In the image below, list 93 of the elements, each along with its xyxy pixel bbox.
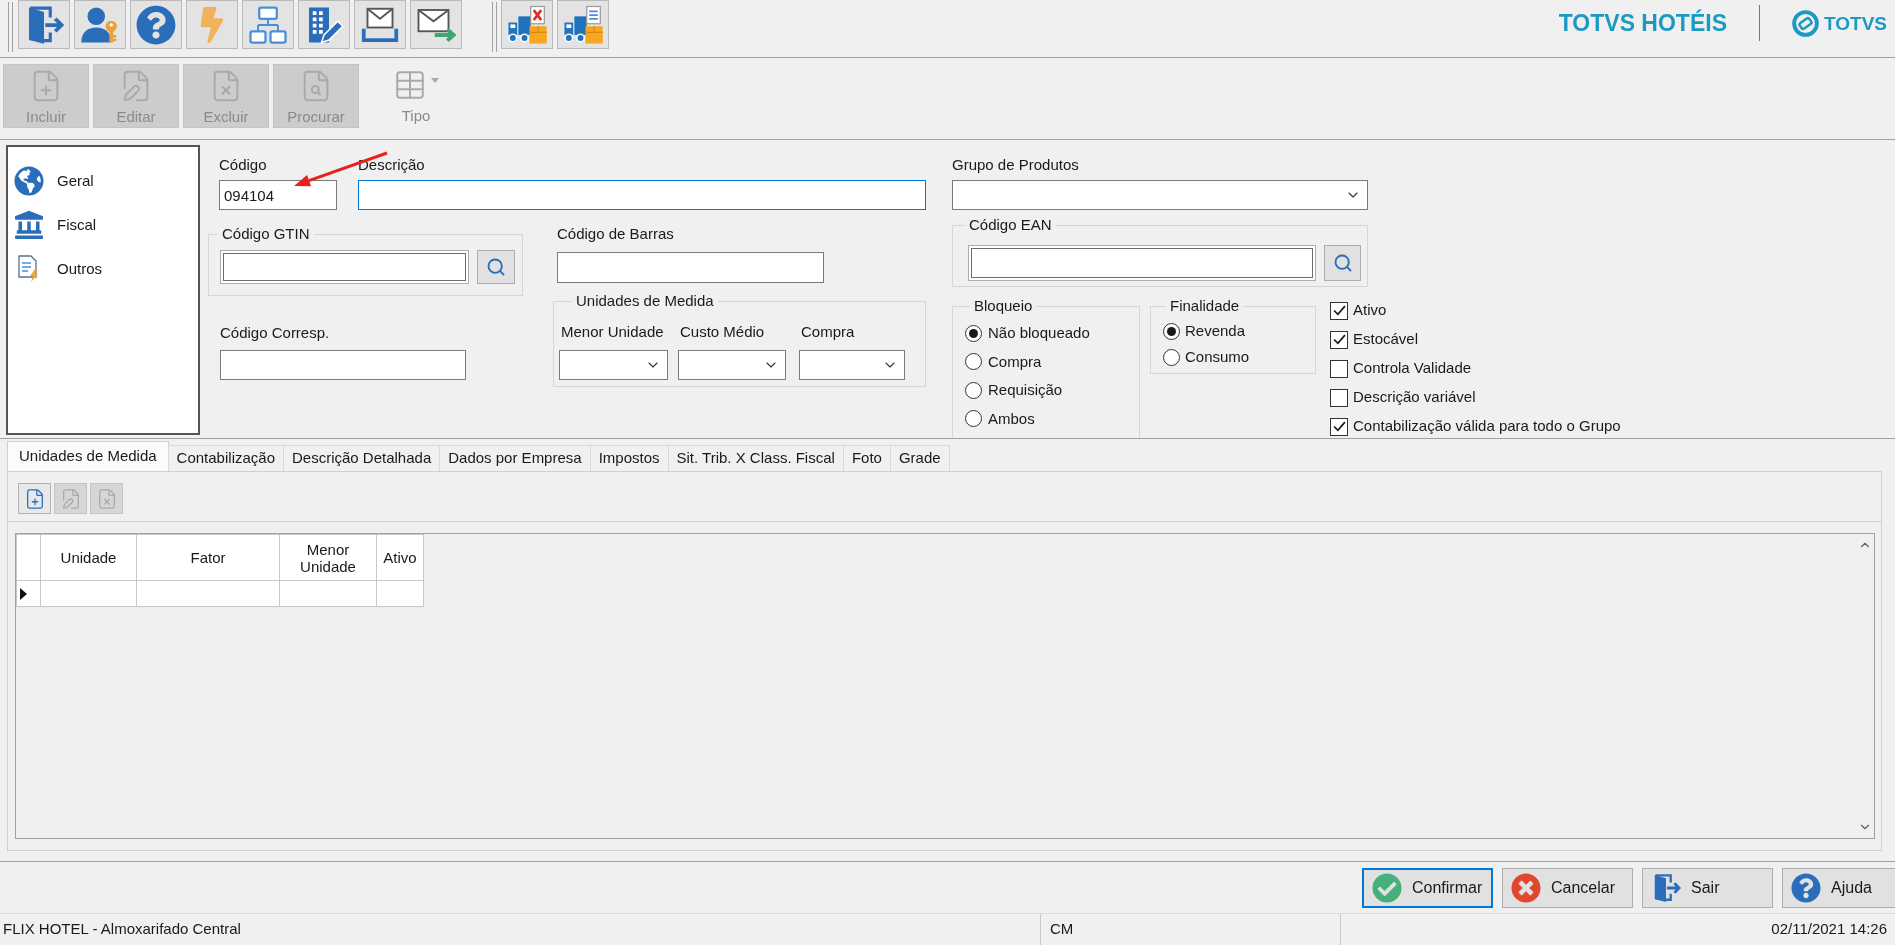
bank-icon bbox=[15, 211, 43, 239]
code-field[interactable]: 094104 bbox=[219, 180, 337, 210]
product-name: TOTVS HOTÉIS bbox=[1558, 11, 1727, 35]
dropdown-field[interactable] bbox=[952, 180, 1368, 210]
checkbox-label: Controla Validade bbox=[1353, 358, 1472, 379]
checkbox[interactable] bbox=[1330, 417, 1348, 436]
group-label: Finalidade bbox=[1169, 296, 1241, 316]
text-field[interactable] bbox=[220, 350, 466, 380]
field-label: Descrição bbox=[358, 155, 425, 175]
caret-icon bbox=[431, 78, 439, 83]
company-name: TOTVS bbox=[1824, 13, 1887, 33]
tab[interactable]: Unidades de Medida bbox=[7, 441, 169, 471]
logo-icon bbox=[1792, 9, 1819, 37]
checkbox[interactable] bbox=[1330, 301, 1348, 320]
field-label: Compra bbox=[801, 322, 855, 342]
toolbar-button[interactable] bbox=[242, 0, 294, 49]
globe-icon bbox=[14, 166, 44, 196]
radio-button[interactable] bbox=[965, 410, 982, 428]
option-label: Revenda bbox=[1185, 320, 1246, 341]
checkbox-label: Estocável bbox=[1353, 329, 1419, 350]
field-label: Código de Barras bbox=[557, 224, 674, 244]
option-label: Requisição bbox=[988, 380, 1063, 400]
toolbar-button[interactable] bbox=[18, 0, 70, 49]
toolbar-button[interactable] bbox=[298, 0, 350, 49]
radio-button[interactable] bbox=[965, 381, 982, 399]
checkbox-label: Contabilização válida para todo o Grupo bbox=[1353, 416, 1621, 437]
document-bolt-icon bbox=[17, 255, 41, 283]
nav-item[interactable]: Outros bbox=[8, 247, 198, 291]
column-header: Menor Unidade bbox=[279, 534, 377, 581]
checkbox[interactable] bbox=[1330, 388, 1348, 407]
group-label: Código EAN bbox=[968, 215, 1053, 235]
table-icon bbox=[393, 68, 427, 102]
help-button[interactable]: Ajuda bbox=[1782, 868, 1895, 908]
toolbar-button[interactable] bbox=[18, 483, 51, 514]
toolbar-button[interactable] bbox=[130, 0, 182, 49]
checkmark-icon bbox=[1332, 305, 1346, 316]
field-label: Menor Unidade bbox=[561, 322, 664, 342]
text-field[interactable] bbox=[557, 252, 824, 283]
radio-button[interactable] bbox=[1163, 322, 1180, 340]
field-label: Código Corresp. bbox=[220, 323, 330, 343]
group-label: Bloqueio bbox=[973, 296, 1034, 316]
field-label: Grupo de Produtos bbox=[952, 155, 1079, 175]
checkbox[interactable] bbox=[1330, 330, 1348, 349]
text-field[interactable] bbox=[220, 250, 469, 284]
option-label: Ambos bbox=[988, 408, 1035, 429]
radio-button[interactable] bbox=[965, 324, 982, 342]
radio-button[interactable] bbox=[965, 353, 982, 371]
description-field[interactable] bbox=[358, 180, 926, 210]
help-icon bbox=[136, 4, 176, 45]
group-label: Unidades de Medida bbox=[575, 291, 715, 311]
status-text: 02/11/2021 14:26 bbox=[1771, 919, 1887, 940]
column-header: Unidade bbox=[40, 534, 137, 581]
nav-item[interactable]: Geral bbox=[8, 159, 198, 203]
status-text: CM bbox=[1050, 919, 1074, 940]
text-field[interactable] bbox=[968, 245, 1316, 281]
dropdown-field[interactable] bbox=[799, 350, 905, 380]
tab[interactable]: Grade bbox=[889, 445, 950, 471]
option-label: Não bloqueado bbox=[988, 323, 1090, 343]
column-header: Fator bbox=[136, 534, 280, 581]
cancel-button[interactable]: Cancelar bbox=[1502, 868, 1633, 908]
option-label: Consumo bbox=[1185, 346, 1250, 367]
search-button[interactable] bbox=[1324, 245, 1361, 281]
status-text: FLIX HOTEL - Almoxarifado Central bbox=[3, 919, 241, 940]
truck-box-document-icon bbox=[562, 4, 604, 45]
checkbox-label: Ativo bbox=[1353, 300, 1387, 321]
radio-button[interactable] bbox=[1163, 348, 1180, 366]
option-label: Compra bbox=[988, 351, 1042, 372]
checkbox[interactable] bbox=[1330, 359, 1348, 378]
toolbar-button[interactable] bbox=[354, 0, 406, 49]
truck-box-x-icon bbox=[506, 4, 548, 45]
toolbar-button[interactable] bbox=[74, 0, 126, 49]
dropdown-field[interactable] bbox=[678, 350, 786, 380]
field-label: Custo Médio bbox=[680, 322, 765, 342]
exit-button[interactable]: Sair bbox=[1642, 868, 1773, 908]
nav-item[interactable]: Fiscal bbox=[8, 203, 198, 247]
checkbox-label: Descrição variável bbox=[1353, 387, 1476, 408]
checkmark-icon bbox=[1332, 421, 1346, 432]
column-header: Ativo bbox=[376, 534, 424, 581]
confirm-button[interactable]: Confirmar bbox=[1362, 868, 1493, 908]
search-icon bbox=[1332, 253, 1353, 273]
checkmark-icon bbox=[1332, 334, 1346, 345]
search-button[interactable] bbox=[477, 250, 515, 284]
search-icon bbox=[486, 257, 506, 277]
dropdown-field[interactable] bbox=[559, 350, 668, 380]
toolbar-button[interactable] bbox=[501, 0, 553, 49]
field-label: Código bbox=[219, 155, 267, 175]
toolbar-button[interactable] bbox=[557, 0, 609, 49]
hierarchy-icon bbox=[248, 4, 288, 45]
tab[interactable]: Contabilização bbox=[167, 445, 284, 471]
help-icon bbox=[1791, 873, 1821, 903]
toolbar-button[interactable] bbox=[410, 0, 462, 49]
group-label: Código GTIN bbox=[221, 224, 311, 244]
row-pointer-icon bbox=[20, 587, 27, 600]
